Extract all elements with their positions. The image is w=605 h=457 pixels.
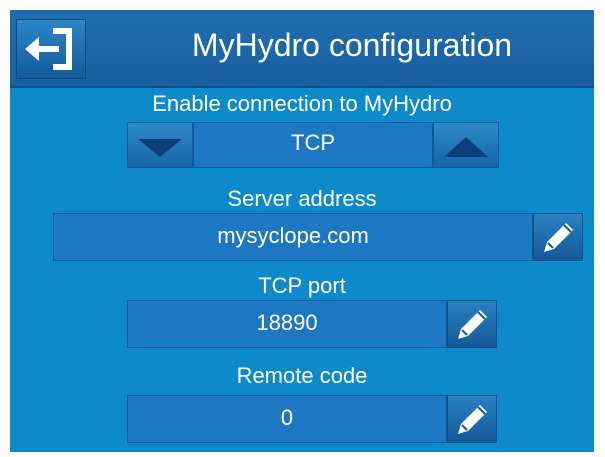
connection-value: TCP <box>193 122 433 168</box>
exit-arrow-icon <box>17 20 85 78</box>
pencil-icon <box>534 214 582 260</box>
header-bar: MyHydro configuration <box>10 10 594 88</box>
pencil-icon <box>448 301 496 347</box>
tcp-port-edit-button[interactable] <box>447 300 497 348</box>
tcp-port-field[interactable]: 18890 <box>127 300 447 348</box>
server-address-edit-button[interactable] <box>533 213 583 261</box>
remote-code-field[interactable]: 0 <box>127 395 447 443</box>
connection-label: Enable connection to MyHydro <box>152 91 452 116</box>
back-button[interactable] <box>16 19 86 79</box>
server-address-label: Server address <box>227 186 377 211</box>
triangle-down-icon <box>128 123 192 167</box>
remote-code-label: Remote code <box>236 363 368 388</box>
server-address-field[interactable]: mysyclope.com <box>53 213 533 261</box>
pencil-icon <box>448 396 496 442</box>
configuration-screen: MyHydro configuration Enable connection … <box>10 10 594 452</box>
tcp-port-label: TCP port <box>258 273 346 298</box>
triangle-up-icon <box>434 123 498 167</box>
page-title: MyHydro configuration <box>191 27 513 63</box>
connection-prev-button[interactable] <box>127 122 193 168</box>
remote-code-edit-button[interactable] <box>447 395 497 443</box>
connection-next-button[interactable] <box>433 122 499 168</box>
